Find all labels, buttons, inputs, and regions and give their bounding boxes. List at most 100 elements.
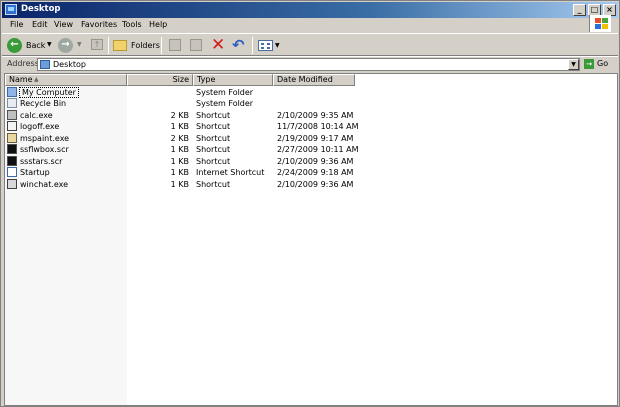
minimize-button[interactable]: _ [573,4,586,16]
file-type: Shortcut [196,180,231,189]
forward-button[interactable]: → ▼ [56,36,84,55]
file-list[interactable]: Name ▲ Size Type Date Modified My Comput… [4,73,618,406]
address-value: Desktop [53,60,86,69]
file-row[interactable]: calc.exe 2 KB Shortcut 2/10/2009 9:35 AM [5,110,353,121]
column-date-label: Date Modified [277,75,333,84]
undo-icon: ↶ [232,36,245,54]
column-header-size[interactable]: Size [127,74,193,86]
menu-help[interactable]: Help [149,20,167,29]
title-bar[interactable]: Desktop _ □ × [2,2,618,18]
file-row[interactable]: Startup 1 KB Internet Shortcut 2/24/2009… [5,167,353,178]
go-label: Go [597,59,609,68]
column-type-label: Type [197,75,216,84]
recycle-bin-icon [7,98,17,108]
file-row[interactable]: Recycle Bin System Folder [5,98,335,109]
views-button[interactable]: ▼ [256,36,282,55]
program-icon [7,121,17,131]
file-size: 1 KB [170,122,189,131]
address-dropdown-icon[interactable]: ▼ [568,59,579,70]
file-name: winchat.exe [20,180,69,189]
file-type: Shortcut [196,157,231,166]
views-dropdown-icon[interactable]: ▼ [275,42,280,49]
file-name: Startup [20,168,50,177]
file-size: 1 KB [170,180,189,189]
sort-ascending-icon: ▲ [34,76,39,83]
windows-logo-icon [589,15,611,32]
forward-arrow-icon: → [58,38,73,53]
address-bar: Address Desktop ▼ → Go [2,56,618,71]
menu-file[interactable]: File [10,20,23,29]
file-type: Shortcut [196,145,231,154]
copy-to-icon [190,39,202,51]
window-title: Desktop [21,4,61,14]
address-input[interactable]: Desktop ▼ [37,58,580,71]
file-name: My Computer [19,87,79,98]
internet-shortcut-icon [7,167,17,177]
folders-button[interactable]: Folders [111,36,160,55]
file-size: 2 KB [170,134,189,143]
desktop-icon [40,60,50,69]
toolbar-separator [252,37,253,54]
file-size: 1 KB [170,145,189,154]
delete-x-icon: ✕ [211,35,226,55]
file-type: System Folder [196,99,254,108]
file-row[interactable]: My Computer System Folder [5,87,335,98]
file-size: 1 KB [170,157,189,166]
file-type: Shortcut [196,111,231,120]
file-date: 2/24/2009 9:18 AM [277,168,354,177]
go-arrow-icon: → [584,59,594,69]
file-name: calc.exe [20,111,53,120]
move-to-icon [169,39,181,51]
column-name-label: Name [9,75,33,84]
standard-toolbar: ← Back ▼ → ▼ ↑ Folders ✕ ↶ ▼ [2,33,618,56]
menu-edit[interactable]: Edit [32,20,48,29]
file-date: 2/10/2009 9:36 AM [277,157,354,166]
column-header-date[interactable]: Date Modified [273,74,355,86]
file-type: Shortcut [196,122,231,131]
file-name: ssstars.scr [20,157,63,166]
file-type: Shortcut [196,134,231,143]
file-row[interactable]: ssflwbox.scr 1 KB Shortcut 2/27/2009 10:… [5,144,359,155]
column-size-label: Size [172,75,189,84]
up-button[interactable]: ↑ [88,36,106,55]
file-row[interactable]: mspaint.exe 2 KB Shortcut 2/19/2009 9:17… [5,133,353,144]
undo-button[interactable]: ↶ [231,36,249,55]
folder-window-icon[interactable] [5,4,17,15]
file-type: System Folder [196,88,254,97]
file-date: 2/19/2009 9:17 AM [277,134,354,143]
back-dropdown-icon[interactable]: ▼ [47,41,52,48]
file-name: Recycle Bin [20,99,67,108]
views-icon [258,40,273,51]
menu-view[interactable]: View [54,20,73,29]
back-button[interactable]: ← Back ▼ [5,36,55,55]
file-row[interactable]: logoff.exe 1 KB Shortcut 11/7/2008 10:14… [5,121,359,132]
delete-button[interactable]: ✕ [209,35,227,55]
forward-dropdown-icon[interactable]: ▼ [77,41,82,48]
move-to-button[interactable] [166,36,184,55]
folders-label: Folders [131,41,160,50]
menu-bar: File Edit View Favorites Tools Help [2,18,618,32]
screensaver-icon [7,144,17,154]
copy-to-button[interactable] [187,36,205,55]
file-date: 2/10/2009 9:35 AM [277,111,354,120]
file-name: ssflwbox.scr [20,145,69,154]
explorer-window: Desktop _ □ × File Edit View Favorites T… [0,0,620,407]
file-type: Internet Shortcut [196,168,265,177]
screensaver-icon [7,156,17,166]
toolbar-separator [108,37,109,54]
address-label: Address [7,59,39,68]
file-date: 11/7/2008 10:14 AM [277,122,359,131]
paint-icon [7,133,17,143]
file-row[interactable]: ssstars.scr 1 KB Shortcut 2/10/2009 9:36… [5,156,353,167]
file-size: 2 KB [170,111,189,120]
column-header-name[interactable]: Name ▲ [5,74,127,86]
file-size: 1 KB [170,168,189,177]
my-computer-icon [7,87,17,97]
go-button[interactable]: → Go [582,57,616,71]
menu-tools[interactable]: Tools [122,20,142,29]
column-header-type[interactable]: Type [193,74,273,86]
file-row[interactable]: winchat.exe 1 KB Shortcut 2/10/2009 9:36… [5,179,353,190]
back-label: Back [26,41,46,50]
up-folder-icon: ↑ [91,39,103,50]
menu-favorites[interactable]: Favorites [81,20,117,29]
